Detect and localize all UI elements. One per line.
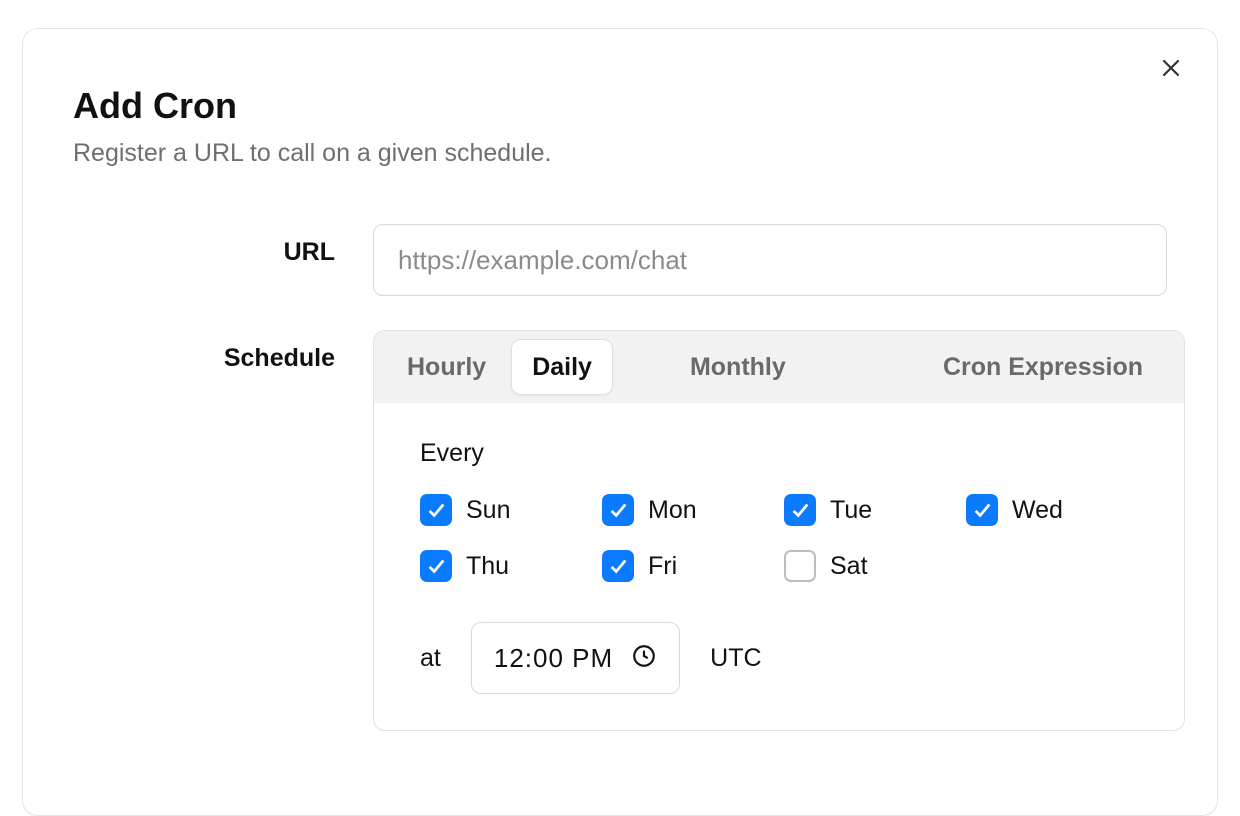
schedule-box: Hourly Daily Monthly Cron Expression Eve… — [373, 330, 1185, 731]
time-row: at 12:00 PM UTC — [420, 622, 1138, 694]
dialog-title: Add Cron — [73, 85, 1167, 127]
day-wed[interactable]: Wed — [966, 494, 1138, 526]
url-input[interactable] — [373, 224, 1167, 296]
day-label-tue: Tue — [830, 496, 872, 525]
tab-monthly[interactable]: Monthly — [669, 339, 807, 395]
day-sat[interactable]: Sat — [784, 550, 956, 582]
day-label-fri: Fri — [648, 552, 677, 581]
checkbox-fri[interactable] — [602, 550, 634, 582]
clock-icon — [631, 643, 657, 674]
tab-cron-expression[interactable]: Cron Expression — [922, 339, 1164, 395]
timezone-label: UTC — [710, 644, 761, 673]
day-label-thu: Thu — [466, 552, 509, 581]
checkbox-sun[interactable] — [420, 494, 452, 526]
day-tue[interactable]: Tue — [784, 494, 956, 526]
tab-daily[interactable]: Daily — [511, 339, 613, 395]
day-label-sat: Sat — [830, 552, 868, 581]
at-label: at — [420, 644, 441, 673]
checkbox-sat[interactable] — [784, 550, 816, 582]
daily-panel: Every Sun — [374, 403, 1184, 730]
time-input[interactable]: 12:00 PM — [471, 622, 680, 694]
day-thu[interactable]: Thu — [420, 550, 592, 582]
close-button[interactable] — [1153, 51, 1189, 87]
checkbox-tue[interactable] — [784, 494, 816, 526]
checkbox-thu[interactable] — [420, 550, 452, 582]
schedule-row: Schedule Hourly Daily Monthly Cron Expre… — [73, 330, 1167, 731]
day-sun[interactable]: Sun — [420, 494, 592, 526]
day-label-mon: Mon — [648, 496, 697, 525]
add-cron-dialog: Add Cron Register a URL to call on a giv… — [22, 28, 1218, 816]
day-fri[interactable]: Fri — [602, 550, 774, 582]
day-label-sun: Sun — [466, 496, 510, 525]
checkbox-wed[interactable] — [966, 494, 998, 526]
checkbox-mon[interactable] — [602, 494, 634, 526]
cron-form: URL Schedule Hourly Daily Monthly Cron E… — [73, 224, 1167, 731]
tab-hourly[interactable]: Hourly — [386, 339, 507, 395]
time-value: 12:00 PM — [494, 643, 613, 674]
url-label: URL — [73, 224, 373, 267]
dialog-subtitle: Register a URL to call on a given schedu… — [73, 139, 1167, 168]
url-row: URL — [73, 224, 1167, 296]
close-icon — [1159, 56, 1183, 83]
every-label: Every — [420, 439, 1138, 468]
day-label-wed: Wed — [1012, 496, 1063, 525]
day-mon[interactable]: Mon — [602, 494, 774, 526]
schedule-tabs: Hourly Daily Monthly Cron Expression — [374, 331, 1184, 403]
days-grid: Sun Mon — [420, 494, 1138, 582]
schedule-label: Schedule — [73, 330, 373, 373]
